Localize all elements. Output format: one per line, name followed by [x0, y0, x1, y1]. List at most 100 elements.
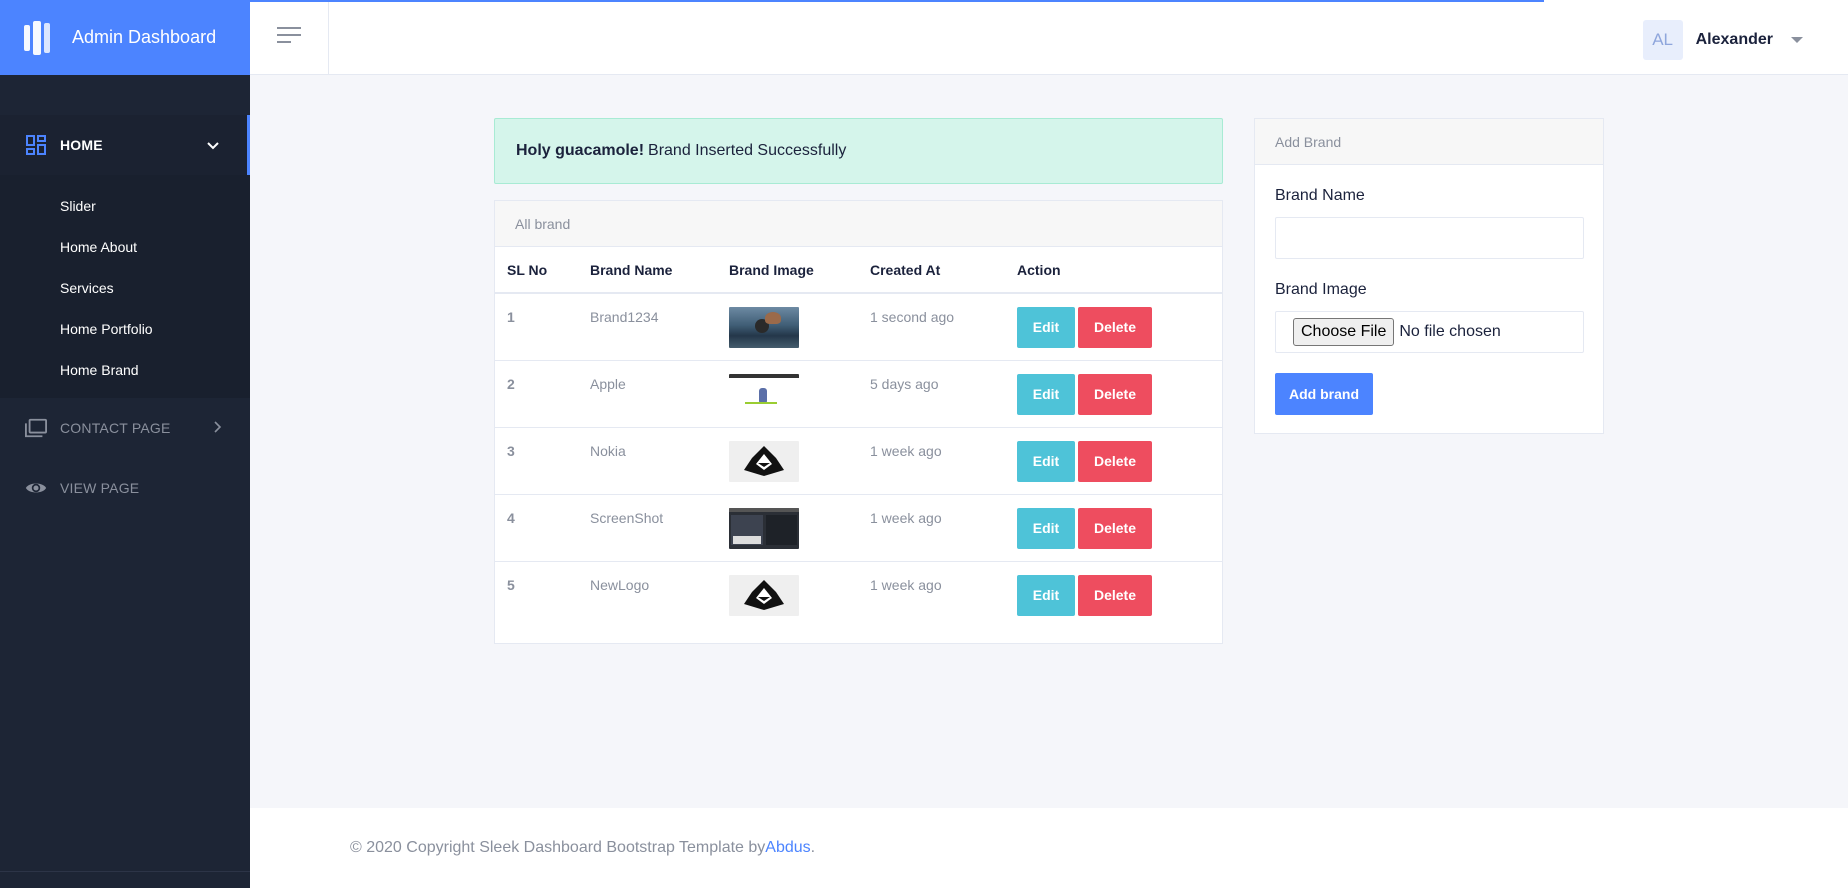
app-title: Admin Dashboard: [72, 27, 217, 47]
loading-bar: [250, 0, 1544, 2]
subitem-label: Home Portfolio: [60, 320, 153, 337]
row-brand-name: ScreenShot: [578, 494, 717, 562]
row-sl: 2: [495, 360, 578, 428]
sidebar-toggle-button[interactable]: [250, 0, 329, 75]
success-alert: Holy guacamole! Brand Inserted Successfu…: [494, 118, 1223, 184]
brand-name-input[interactable]: [1275, 217, 1584, 259]
divider: [0, 871, 250, 872]
dashboard-icon: [25, 134, 47, 156]
subitem-label: Services: [60, 279, 114, 296]
add-brand-button[interactable]: Add brand: [1275, 373, 1373, 415]
subitem-label: Home Brand: [60, 361, 139, 378]
screenshot-thumbnail: [729, 507, 799, 549]
hooded-logo-thumbnail: [729, 574, 799, 616]
file-status: No file chosen: [1399, 323, 1501, 340]
choose-file-button[interactable]: Choose File: [1293, 318, 1395, 346]
sidebar-subitem-services[interactable]: Services: [0, 267, 250, 308]
edit-button[interactable]: Edit: [1017, 373, 1075, 415]
table-row: 1 Brand1234 1 second ago Edit Delete: [495, 293, 1222, 361]
brand-image-label: Brand Image: [1275, 281, 1367, 298]
sidebar-item-view-page[interactable]: VIEW PAGE: [0, 458, 250, 518]
row-brand-name: NewLogo: [590, 576, 650, 593]
row-actions: Edit Delete: [1005, 293, 1222, 361]
alert-message: Brand Inserted Successfully: [648, 142, 847, 159]
row-created-at: 1 week ago: [858, 427, 1005, 495]
row-brand-name: Nokia: [578, 427, 717, 495]
chevron-down-icon: [207, 137, 219, 153]
edit-button[interactable]: Edit: [1017, 307, 1075, 348]
sidebar-item-contact-page[interactable]: CONTACT PAGE: [0, 398, 250, 458]
row-image-cell: [717, 360, 858, 428]
brand-name-label: Brand Name: [1275, 187, 1365, 204]
edit-button[interactable]: Edit: [1017, 574, 1075, 616]
sidebar-subitem-home-portfolio[interactable]: Home Portfolio: [0, 308, 250, 349]
delete-button[interactable]: Delete: [1078, 440, 1152, 482]
subitem-label: Slider: [60, 197, 96, 214]
column-header: Action: [1005, 247, 1222, 294]
sidebar-item-home[interactable]: HOME: [0, 115, 250, 175]
row-created-at: 1 week ago: [870, 576, 942, 593]
table-row: 2 Apple 5 days ago Edit Delete: [495, 360, 1222, 428]
row-sl: 4: [495, 494, 578, 562]
edit-button[interactable]: Edit: [1017, 440, 1075, 482]
delete-button[interactable]: Delete: [1078, 574, 1152, 616]
delete-button[interactable]: Delete: [1078, 307, 1152, 348]
row-actions: Edit Delete: [1005, 427, 1222, 495]
eye-icon: [25, 477, 47, 499]
row-sl: 1: [495, 293, 578, 361]
brand-bar[interactable]: Admin Dashboard: [0, 0, 250, 75]
sidebar-nav: HOME Slider Home About Services Home Por…: [0, 75, 250, 518]
brand-table: SL No Brand Name Brand Image Created At …: [495, 247, 1222, 628]
row-created-at: 5 days ago: [858, 360, 1005, 428]
sidebar-item-label: HOME: [60, 137, 103, 153]
column-header: Brand Image: [717, 247, 858, 294]
table-row: 5 NewLogo 1 week ago Edit Delete: [495, 561, 1222, 628]
top-header: AL Alexander: [250, 0, 1848, 75]
author-link[interactable]: Abdus: [765, 839, 810, 857]
row-actions: Edit Delete: [1005, 360, 1222, 428]
subitem-label: Home About: [60, 238, 138, 255]
row-created-at: 1 second ago: [858, 293, 1005, 361]
row-image-cell: [717, 494, 858, 562]
folder-multiple-icon: [25, 417, 47, 439]
user-menu[interactable]: AL Alexander: [1642, 20, 1803, 60]
avatar: AL: [1642, 20, 1683, 60]
row-sl: 5: [507, 576, 515, 593]
menu-icon: [276, 26, 302, 49]
brand-image-file-input[interactable]: Choose File No file chosen: [1275, 311, 1584, 353]
row-brand-name: Brand1234: [578, 293, 717, 361]
footer-suffix: .: [810, 839, 816, 856]
user-name: Alexander: [1695, 31, 1773, 48]
sidebar-subitem-home-about[interactable]: Home About: [0, 226, 250, 267]
alert-strong: Holy guacamole!: [516, 142, 645, 159]
brand-logo-icon: [24, 20, 58, 56]
chevron-right-icon: [214, 420, 222, 436]
column-header: SL No: [495, 247, 578, 294]
column-header: Created At: [858, 247, 1005, 294]
column-header: Brand Name: [578, 247, 717, 294]
landscape-thumbnail: [729, 307, 799, 348]
row-actions: Edit Delete: [1005, 561, 1222, 628]
edit-button[interactable]: Edit: [1017, 507, 1075, 549]
sidebar-subitem-slider[interactable]: Slider: [0, 185, 250, 226]
copyright-text: © 2020 Copyright Sleek Dashboard Bootstr…: [350, 839, 766, 856]
card-title: All brand: [495, 201, 1222, 247]
table-row: 4 ScreenShot 1 week ago Edit Delete: [495, 494, 1222, 562]
add-brand-form: Brand Name Brand Image Choose File No fi…: [1255, 165, 1603, 415]
sidebar-subitem-home-brand[interactable]: Home Brand: [0, 349, 250, 390]
hooded-logo-thumbnail: [729, 440, 799, 482]
row-brand-name: Apple: [578, 360, 717, 428]
figure-thumbnail: [729, 373, 799, 415]
delete-button[interactable]: Delete: [1078, 507, 1152, 549]
table-header-row: SL No Brand Name Brand Image Created At …: [495, 247, 1222, 294]
sidebar-item-label: VIEW PAGE: [60, 480, 140, 496]
caret-down-icon: [1791, 37, 1803, 43]
sidebar: Admin Dashboard HOME Slider Home About S…: [0, 0, 250, 888]
footer: © 2020 Copyright Sleek Dashboard Bootstr…: [250, 808, 1848, 888]
delete-button[interactable]: Delete: [1078, 373, 1152, 415]
row-image-cell: [717, 427, 858, 495]
sidebar-item-label: CONTACT PAGE: [60, 420, 171, 436]
home-submenu: Slider Home About Services Home Portfoli…: [0, 175, 250, 398]
table-row: 3 Nokia 1 week ago Edit Delete: [495, 427, 1222, 495]
card-title: Add Brand: [1255, 119, 1603, 165]
